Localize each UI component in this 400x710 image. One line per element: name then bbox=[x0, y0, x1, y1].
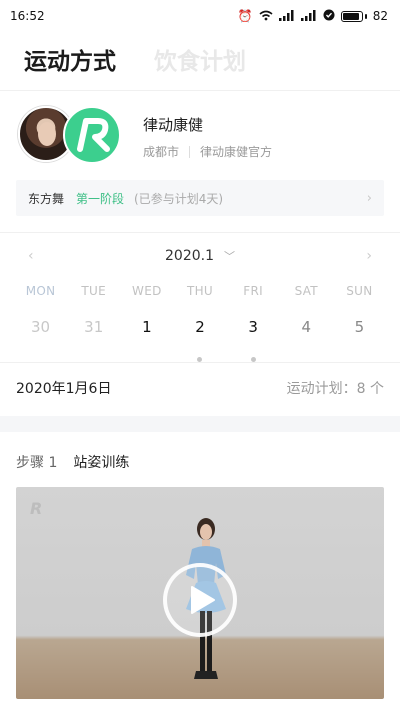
month-dropdown[interactable]: 2020.1 ﹀ bbox=[165, 248, 235, 264]
tab-exercise[interactable]: 运动方式 bbox=[24, 42, 116, 76]
weekday-label: WED bbox=[132, 284, 162, 298]
weekday-label: SUN bbox=[346, 284, 373, 298]
signal-icon-2 bbox=[300, 9, 317, 23]
calendar-day[interactable]: 5 bbox=[333, 318, 386, 336]
divider bbox=[0, 232, 400, 233]
calendar-day[interactable]: 2 bbox=[173, 318, 226, 336]
profile-name: 律动康健 bbox=[143, 116, 204, 134]
plan-stage: 第一阶段 bbox=[76, 191, 125, 206]
plan-dance: 东方舞 bbox=[28, 191, 65, 206]
plan-joined: (已参与计划4天) bbox=[134, 191, 224, 206]
calendar-day[interactable]: 31 bbox=[67, 318, 120, 336]
meta-separator bbox=[189, 145, 191, 158]
play-icon bbox=[191, 586, 215, 614]
watermark-logo-icon: R bbox=[30, 499, 43, 518]
brand-logo-icon bbox=[63, 106, 121, 164]
status-time: 16:52 bbox=[10, 9, 45, 23]
calendar-day[interactable]: 30 bbox=[14, 318, 67, 336]
status-bar: 16:52 ⏰ 82 bbox=[0, 0, 400, 32]
play-button[interactable] bbox=[163, 563, 237, 637]
weekday-label: TUE bbox=[81, 284, 107, 298]
video-player[interactable]: R bbox=[16, 487, 384, 699]
top-tabs: 运动方式 饮食计划 bbox=[24, 42, 246, 76]
plan-bar[interactable]: 东方舞 第一阶段 (已参与计划4天) › bbox=[16, 180, 384, 216]
divider bbox=[0, 362, 400, 363]
weekday-header: MON TUE WED THU FRI SAT SUN bbox=[14, 284, 386, 298]
weekday-label: SAT bbox=[294, 284, 318, 298]
profile-meta: 成都市 律动康健官方 bbox=[143, 143, 272, 160]
selected-date: 2020年1月6日 bbox=[16, 381, 112, 397]
divider bbox=[0, 90, 400, 91]
step-number: 步骤 1 bbox=[16, 455, 58, 471]
battery-icon bbox=[340, 10, 367, 22]
calendar-day[interactable]: 4 bbox=[280, 318, 333, 336]
next-month-icon[interactable]: › bbox=[366, 248, 372, 264]
profile-official: 律动康健官方 bbox=[200, 145, 273, 159]
tab-diet[interactable]: 饮食计划 bbox=[154, 42, 246, 76]
weekday-label: FRI bbox=[243, 284, 263, 298]
chevron-down-icon: ﹀ bbox=[224, 250, 235, 263]
calendar-day[interactable]: 3 bbox=[227, 318, 280, 336]
notification-icon bbox=[323, 9, 335, 23]
week-days: 30 31 1 2 3 4 5 bbox=[14, 318, 386, 336]
profile-city: 成都市 bbox=[143, 145, 180, 159]
battery-level: 82 bbox=[372, 9, 388, 23]
chevron-right-icon: › bbox=[366, 190, 372, 206]
signal-icon bbox=[278, 9, 295, 23]
plan-count: 运动计划：8 个 bbox=[286, 381, 384, 397]
status-icons: ⏰ 82 bbox=[238, 9, 388, 23]
activity-dots bbox=[14, 347, 386, 366]
profile-card[interactable]: 律动康健 成都市 律动康健官方 bbox=[18, 106, 388, 166]
prev-month-icon[interactable]: ‹ bbox=[28, 248, 34, 264]
alarm-icon: ⏰ bbox=[237, 9, 253, 23]
weekday-label: MON bbox=[25, 284, 56, 298]
month-selector: ‹ 2020.1 ﹀ › bbox=[0, 244, 400, 268]
section-gap bbox=[0, 416, 400, 432]
date-summary: 2020年1月6日 运动计划：8 个 bbox=[16, 378, 384, 398]
wifi-icon bbox=[259, 10, 273, 23]
step-header: 步骤 1 站姿训练 bbox=[16, 452, 129, 472]
month-label: 2020.1 bbox=[165, 248, 214, 264]
calendar-day[interactable]: 1 bbox=[120, 318, 173, 336]
weekday-label: THU bbox=[186, 284, 214, 298]
step-title: 站姿训练 bbox=[73, 455, 130, 471]
